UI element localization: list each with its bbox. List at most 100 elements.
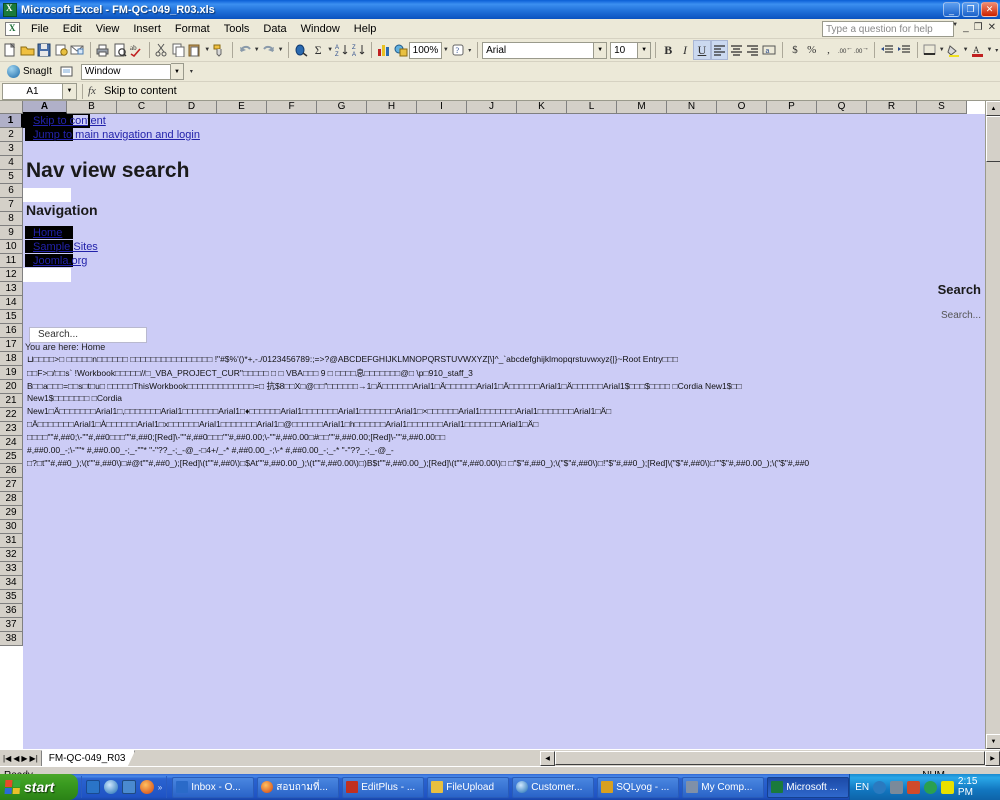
row-header-9[interactable]: 9 xyxy=(0,226,23,240)
row-header-27[interactable]: 27 xyxy=(0,478,23,492)
menu-file[interactable]: File xyxy=(24,21,56,37)
column-header-h[interactable]: H xyxy=(367,101,417,114)
row-header-23[interactable]: 23 xyxy=(0,422,23,436)
drawing-icon[interactable] xyxy=(393,40,410,60)
print-icon[interactable] xyxy=(94,40,111,60)
increase-indent-icon[interactable] xyxy=(896,40,913,60)
help-question-input[interactable]: Type a question for help xyxy=(822,21,954,37)
formatting-toolbar-options-icon[interactable]: ▾ xyxy=(993,47,1000,54)
row-header-8[interactable]: 8 xyxy=(0,212,23,226)
comma-style-button[interactable]: , xyxy=(820,40,837,60)
row-header-6[interactable]: 6 xyxy=(0,184,23,198)
network-icon[interactable] xyxy=(890,780,904,794)
chevron-left-icon[interactable] xyxy=(873,780,887,794)
column-header-q[interactable]: Q xyxy=(817,101,867,114)
messenger-icon[interactable] xyxy=(924,780,937,794)
last-sheet-icon[interactable]: ▶| xyxy=(30,754,38,763)
horizontal-scrollbar[interactable]: ◀ ▶ xyxy=(135,750,1000,766)
row-header-21[interactable]: 21 xyxy=(0,394,23,408)
row-header-26[interactable]: 26 xyxy=(0,464,23,478)
column-header-d[interactable]: D xyxy=(167,101,217,114)
font-size-combo[interactable]: 10 ▼ xyxy=(610,41,652,59)
column-header-f[interactable]: F xyxy=(267,101,317,114)
search-input[interactable]: Search... xyxy=(29,327,147,343)
menu-help[interactable]: Help xyxy=(347,21,384,37)
media-icon[interactable] xyxy=(121,780,136,794)
percent-style-button[interactable]: % xyxy=(803,40,820,60)
column-header-r[interactable]: R xyxy=(867,101,917,114)
print-preview-icon[interactable] xyxy=(111,40,128,60)
scroll-up-button[interactable]: ▲ xyxy=(986,101,1000,116)
redo-dropdown-icon[interactable]: ▼ xyxy=(277,47,284,53)
row-header-3[interactable]: 3 xyxy=(0,142,23,156)
open-icon[interactable] xyxy=(19,40,36,60)
name-box-dropdown-icon[interactable]: ▼ xyxy=(63,82,77,100)
doc-dropdown-icon[interactable]: ▼ xyxy=(952,22,958,33)
row-header-18[interactable]: 18 xyxy=(0,352,23,366)
toolbar-options-icon[interactable]: ▾ xyxy=(466,47,473,54)
first-sheet-icon[interactable]: |◀ xyxy=(3,754,11,763)
jump-to-nav-link[interactable]: Jump to main navigation and login xyxy=(33,129,200,141)
autosum-icon[interactable]: Σ xyxy=(310,40,327,60)
formula-input[interactable]: Skip to content xyxy=(102,85,1000,97)
menu-tools[interactable]: Tools xyxy=(217,21,257,37)
row-header-19[interactable]: 19 xyxy=(0,366,23,380)
row-header-32[interactable]: 32 xyxy=(0,548,23,562)
menu-format[interactable]: Format xyxy=(168,21,217,37)
ie-icon[interactable] xyxy=(103,780,118,794)
email-icon[interactable] xyxy=(69,40,86,60)
column-header-b[interactable]: B xyxy=(67,101,117,114)
zoom-dropdown-icon[interactable]: ▼ xyxy=(442,47,449,53)
merge-center-icon[interactable]: a xyxy=(761,40,778,60)
row-header-14[interactable]: 14 xyxy=(0,296,23,310)
column-header-s[interactable]: S xyxy=(917,101,967,114)
row-header-15[interactable]: 15 xyxy=(0,310,23,324)
menu-edit[interactable]: Edit xyxy=(56,21,89,37)
row-header-2[interactable]: 2 xyxy=(0,128,23,142)
column-header-p[interactable]: P xyxy=(767,101,817,114)
taskbar-item[interactable]: Customer... xyxy=(512,776,595,798)
paste-icon[interactable] xyxy=(187,40,204,60)
column-header-a[interactable]: A xyxy=(23,101,67,114)
copy-icon[interactable] xyxy=(170,40,187,60)
currency-style-button[interactable]: $ xyxy=(787,40,804,60)
row-header-22[interactable]: 22 xyxy=(0,408,23,422)
row-header-13[interactable]: 13 xyxy=(0,282,23,296)
snagit-profile-icon[interactable] xyxy=(56,62,77,82)
nav-link-sample-sites[interactable]: Sample Sites xyxy=(33,241,98,253)
next-sheet-icon[interactable]: ▶ xyxy=(21,754,27,763)
row-header-34[interactable]: 34 xyxy=(0,576,23,590)
start-button[interactable]: start xyxy=(0,774,78,800)
chart-wizard-icon[interactable] xyxy=(376,40,393,60)
row-header-30[interactable]: 30 xyxy=(0,520,23,534)
security-icon[interactable] xyxy=(907,780,921,794)
maximize-button[interactable]: ❐ xyxy=(962,2,979,17)
font-name-value[interactable]: Arial xyxy=(482,41,595,59)
decrease-decimal-icon[interactable]: .00 → xyxy=(854,40,871,60)
sort-desc-icon[interactable]: ZA xyxy=(350,40,367,60)
column-header-c[interactable]: C xyxy=(117,101,167,114)
snagit-label[interactable]: SnagIt xyxy=(23,66,52,77)
sort-asc-icon[interactable]: AZ xyxy=(334,40,351,60)
row-header-5[interactable]: 5 xyxy=(0,170,23,184)
fill-color-icon[interactable] xyxy=(945,40,962,60)
cut-icon[interactable] xyxy=(153,40,170,60)
row-header-35[interactable]: 35 xyxy=(0,590,23,604)
bold-button[interactable]: B xyxy=(660,40,677,60)
doc-minimize-button[interactable]: _ xyxy=(963,22,969,33)
borders-dropdown-icon[interactable]: ▼ xyxy=(938,47,945,53)
zoom-combo[interactable]: 100% xyxy=(409,41,443,59)
snagit-icon[interactable] xyxy=(7,65,20,78)
row-header-38[interactable]: 38 xyxy=(0,632,23,646)
sheet-tab-fm-qc-049[interactable]: FM-QC-049_R03 xyxy=(40,750,136,766)
taskbar-item[interactable]: Inbox - O... xyxy=(172,776,255,798)
new-icon[interactable] xyxy=(2,40,19,60)
row-header-12[interactable]: 12 xyxy=(0,268,23,282)
horizontal-scroll-thumb[interactable] xyxy=(555,751,985,765)
scroll-right-button[interactable]: ▶ xyxy=(985,750,1000,766)
autosum-dropdown-icon[interactable]: ▼ xyxy=(326,47,333,53)
paste-dropdown-icon[interactable]: ▼ xyxy=(204,47,211,53)
firefox-icon[interactable] xyxy=(139,780,154,794)
column-header-k[interactable]: K xyxy=(517,101,567,114)
fill-color-dropdown-icon[interactable]: ▼ xyxy=(962,47,969,53)
